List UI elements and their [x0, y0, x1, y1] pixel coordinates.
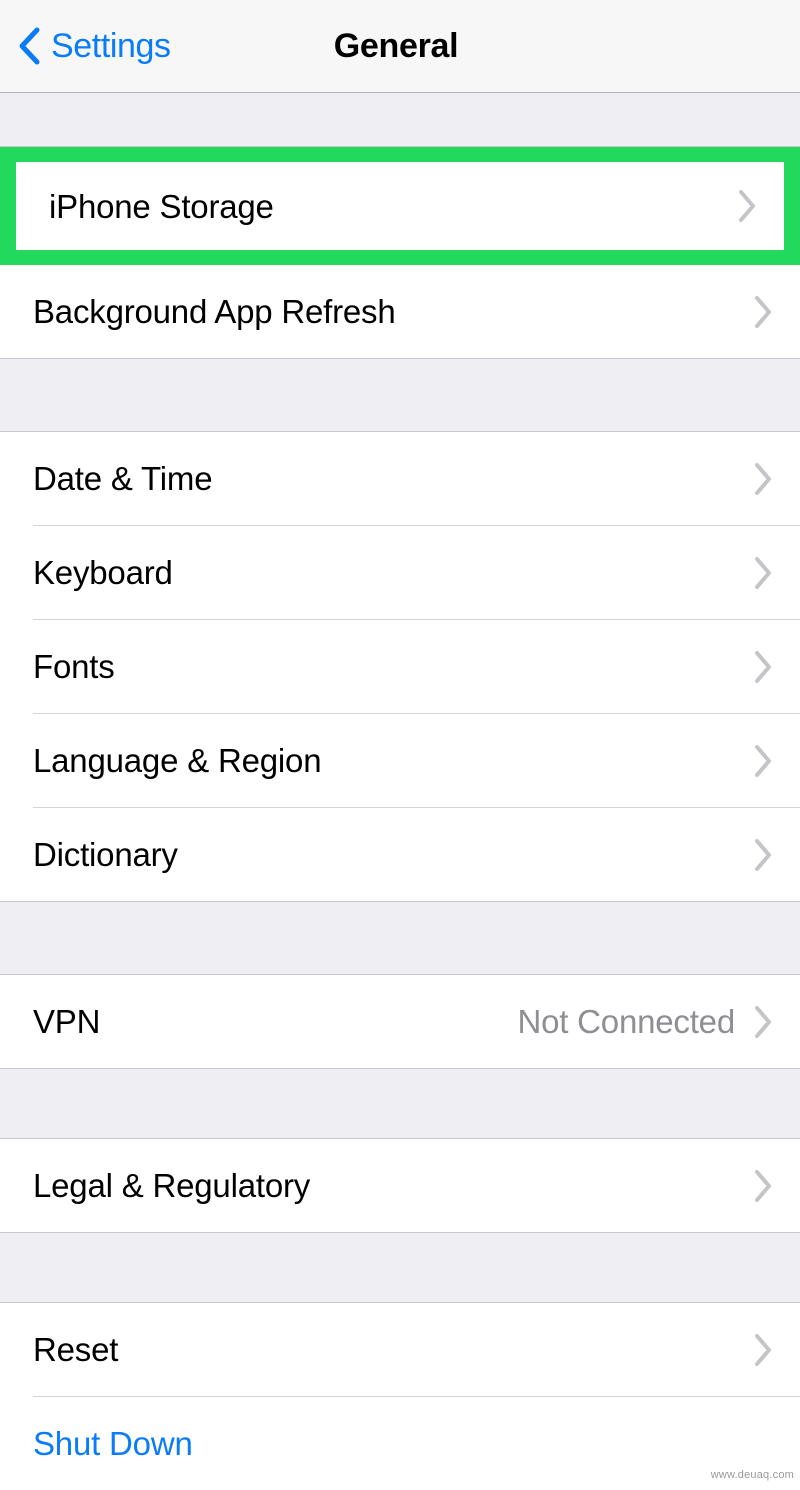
row-label: Keyboard: [33, 554, 173, 591]
section-spacer: [0, 901, 800, 975]
group-storage: Background App Refresh: [0, 265, 800, 358]
navigation-bar: Settings General: [0, 0, 800, 93]
chevron-right-icon: [737, 189, 756, 223]
chevron-right-icon: [753, 556, 772, 590]
sidebar-item-reset[interactable]: Reset: [0, 1303, 800, 1396]
page-title: General: [333, 26, 459, 65]
section-spacer: [0, 1232, 800, 1303]
sidebar-item-legal-and-regulatory[interactable]: Legal & Regulatory: [0, 1139, 800, 1232]
chevron-right-icon: [753, 1333, 772, 1367]
group-reset: Reset Shut Down: [0, 1303, 800, 1490]
watermark: www.deuaq.com: [710, 1469, 794, 1481]
row-label: Language & Region: [33, 742, 322, 779]
row-label: VPN: [33, 1003, 101, 1040]
sidebar-item-background-app-refresh[interactable]: Background App Refresh: [0, 265, 800, 358]
row-label: Dictionary: [33, 836, 178, 873]
sidebar-item-dictionary[interactable]: Dictionary: [0, 808, 800, 901]
sidebar-item-date-and-time[interactable]: Date & Time: [0, 432, 800, 525]
group-legal: Legal & Regulatory: [0, 1139, 800, 1232]
chevron-right-icon: [753, 744, 772, 778]
chevron-right-icon: [753, 650, 772, 684]
chevron-right-icon: [753, 295, 772, 329]
group-localization: Date & Time Keyboard Fonts Language & Re…: [0, 432, 800, 901]
section-spacer: [0, 1068, 800, 1139]
row-label: Date & Time: [33, 460, 213, 497]
row-label: Reset: [33, 1331, 119, 1368]
sidebar-item-iphone-storage[interactable]: iPhone Storage: [16, 162, 784, 250]
sidebar-item-language-and-region[interactable]: Language & Region: [0, 714, 800, 807]
row-label: Fonts: [33, 648, 115, 685]
vpn-status-value: Not Connected: [517, 1003, 735, 1040]
chevron-right-icon: [753, 1169, 772, 1203]
group-vpn: VPN Not Connected: [0, 975, 800, 1068]
row-label: Legal & Regulatory: [33, 1167, 311, 1204]
sidebar-item-shut-down[interactable]: Shut Down: [0, 1397, 800, 1490]
highlight-band-iphone-storage: iPhone Storage: [0, 147, 800, 265]
chevron-right-icon: [753, 838, 772, 872]
sidebar-item-keyboard[interactable]: Keyboard: [0, 526, 800, 619]
row-label: Background App Refresh: [33, 293, 396, 330]
chevron-right-icon: [753, 1005, 772, 1039]
sidebar-item-fonts[interactable]: Fonts: [0, 620, 800, 713]
chevron-right-icon: [753, 462, 772, 496]
section-spacer: [0, 93, 800, 147]
row-label: Shut Down: [33, 1425, 193, 1462]
sidebar-item-vpn[interactable]: VPN Not Connected: [0, 975, 800, 1068]
row-label: iPhone Storage: [49, 187, 274, 225]
settings-list: iPhone Storage Background App Refresh Da…: [0, 93, 800, 1490]
section-spacer: [0, 358, 800, 432]
